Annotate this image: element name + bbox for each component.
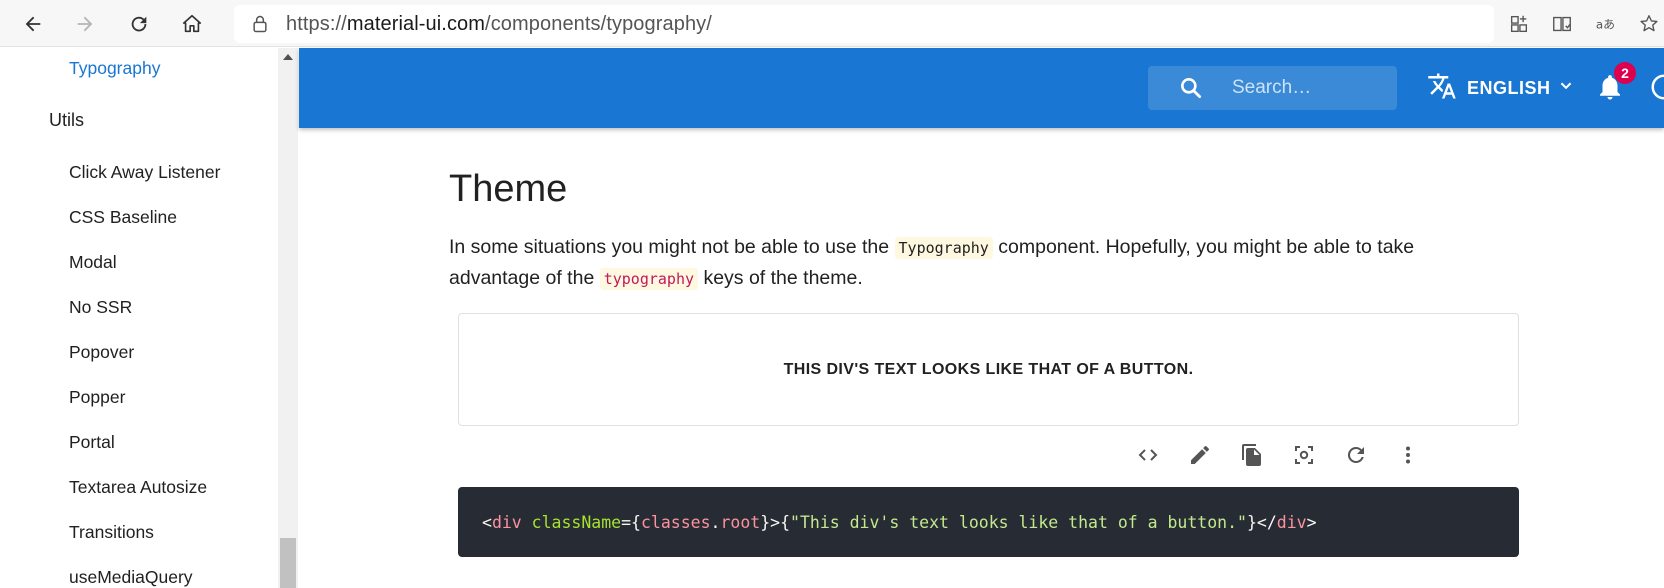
edit-icon[interactable] xyxy=(1185,440,1215,470)
sidebar-item-click-away-listener[interactable]: Click Away Listener xyxy=(69,162,220,183)
section-heading: Theme xyxy=(449,168,568,210)
address-bar[interactable]: https://material-ui.com/components/typog… xyxy=(234,5,1494,43)
code-token: < xyxy=(482,512,492,532)
sidebar-item-popper[interactable]: Popper xyxy=(69,387,125,408)
sidebar-item-css-baseline[interactable]: CSS Baseline xyxy=(69,207,177,228)
language-label: ENGLISH xyxy=(1467,77,1551,98)
code-token: }</ xyxy=(1246,512,1277,532)
code-token: ={ xyxy=(621,512,641,532)
sidebar-item-transitions[interactable]: Transitions xyxy=(69,522,154,543)
svg-text:aあ: aあ xyxy=(1596,18,1615,32)
translate-icon[interactable]: aあ xyxy=(1590,9,1620,39)
search-icon xyxy=(1181,78,1202,99)
refresh-icon[interactable] xyxy=(122,7,156,41)
sidebar-item-portal[interactable]: Portal xyxy=(69,432,115,453)
code-token: }>{ xyxy=(760,512,791,532)
code-icon[interactable] xyxy=(1133,440,1163,470)
sidebar-item-use-media-query[interactable]: useMediaQuery xyxy=(69,567,193,588)
section-paragraph: In some situations you might not be able… xyxy=(449,232,1469,294)
apps-icon[interactable] xyxy=(1504,9,1534,39)
home-icon[interactable] xyxy=(175,7,209,41)
app-bar: ENGLISH 2 xyxy=(299,48,1664,128)
paragraph-text: keys of the theme. xyxy=(698,267,863,289)
scrollbar-thumb[interactable] xyxy=(280,538,296,588)
url-path: /components/typography/ xyxy=(485,12,712,35)
search-box[interactable] xyxy=(1148,66,1397,110)
notification-badge: 2 xyxy=(1614,62,1636,84)
demo-button-text: THIS DIV'S TEXT LOOKS LIKE THAT OF A BUT… xyxy=(783,360,1194,378)
sidebar-nav: Typography Utils Click Away Listener CSS… xyxy=(0,48,278,588)
sidebar-item-popover[interactable]: Popover xyxy=(69,342,134,363)
sidebar-item-textarea-autosize[interactable]: Textarea Autosize xyxy=(69,477,207,498)
scroll-up-arrow-icon[interactable] xyxy=(283,54,293,60)
paragraph-text: In some situations you might not be able… xyxy=(449,236,895,258)
code-token-property: root xyxy=(720,512,761,532)
url-prefix: https:// xyxy=(286,12,347,35)
main-content: Theme In some situations you might not b… xyxy=(299,128,1664,588)
more-icon[interactable] xyxy=(1393,440,1423,470)
translate-icon xyxy=(1427,71,1457,106)
code-token-tag: div xyxy=(1276,512,1307,532)
chevron-down-icon xyxy=(1551,75,1577,102)
url-text[interactable]: https://material-ui.com/components/typog… xyxy=(286,13,712,36)
sidebar-item-modal[interactable]: Modal xyxy=(69,252,117,273)
appbar-overflow-icon[interactable] xyxy=(1649,72,1664,104)
inline-code-typography-component: Typography xyxy=(894,237,993,259)
sidebar-item-no-ssr[interactable]: No SSR xyxy=(69,297,132,318)
browser-toolbar: https://material-ui.com/components/typog… xyxy=(0,0,1664,47)
demo-preview: THIS DIV'S TEXT LOOKS LIKE THAT OF A BUT… xyxy=(458,313,1519,426)
sidebar-group-utils[interactable]: Utils xyxy=(49,110,84,131)
reader-icon[interactable] xyxy=(1547,9,1577,39)
code-token: . xyxy=(710,512,721,532)
back-icon[interactable] xyxy=(16,7,50,41)
search-input[interactable] xyxy=(1232,77,1382,99)
favorites-add-icon[interactable] xyxy=(1638,9,1664,39)
screenshot-icon[interactable] xyxy=(1289,440,1319,470)
url-host: material-ui.com xyxy=(346,12,486,35)
code-block[interactable]: < div className ={classes. root}>{"This div… xyxy=(458,487,1519,557)
code-token-tag: div xyxy=(491,512,522,532)
code-token-string: "This div's text looks like that of a bu… xyxy=(790,512,1247,532)
inline-code-typography-keys: typography xyxy=(599,268,699,290)
code-token-object: classes xyxy=(640,512,711,532)
lock-icon[interactable] xyxy=(250,14,270,34)
code-token: > xyxy=(1306,512,1317,532)
copy-icon[interactable] xyxy=(1237,440,1267,470)
sidebar-scrollbar[interactable] xyxy=(278,48,298,588)
language-button[interactable]: ENGLISH xyxy=(1427,70,1577,106)
forward-icon[interactable] xyxy=(68,7,102,41)
code-token-attr: className xyxy=(521,512,622,532)
reset-icon[interactable] xyxy=(1341,440,1371,470)
sidebar-item-typography[interactable]: Typography xyxy=(69,58,160,79)
